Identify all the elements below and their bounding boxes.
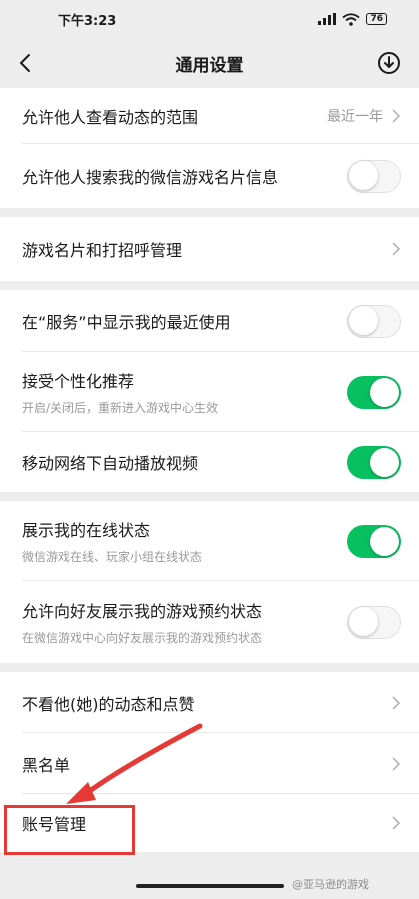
toggle-knob — [349, 607, 378, 636]
setting-search-card: 允许他人搜索我的微信游戏名片信息 — [0, 144, 419, 208]
nav-bar: 通用设置 — [0, 38, 419, 88]
chevron-right-icon — [392, 695, 401, 710]
setting-title: 允许他人搜索我的微信游戏名片信息 — [22, 168, 279, 187]
setting-title: 游戏名片和打招呼管理 — [22, 241, 183, 260]
setting-title: 账号管理 — [22, 815, 87, 834]
search-card-toggle[interactable] — [347, 159, 401, 193]
setting-value: 最近一年 — [327, 109, 383, 125]
setting-subtitle: 微信游戏在线、玩家小组在线状态 — [22, 550, 203, 564]
settings-list: 允许他人查看动态的范围 最近一年 允许他人搜索我的微信游戏名片信息 游戏名片和打… — [0, 88, 419, 852]
setting-title: 接受个性化推荐 — [22, 372, 135, 391]
setting-title: 允许向好友展示我的游戏预约状态 — [22, 602, 263, 621]
toggle-knob — [370, 526, 399, 556]
status-bar: 下午3:23 76 — [0, 0, 419, 38]
setting-title: 在“服务”中显示我的最近使用 — [22, 313, 231, 332]
wifi-icon — [342, 12, 361, 26]
online-status-toggle[interactable] — [347, 524, 401, 558]
back-arrow-icon[interactable] — [14, 51, 38, 75]
toggle-knob — [349, 161, 378, 190]
watermark: @亚马逊的游戏 — [292, 878, 369, 891]
autoplay-toggle[interactable] — [347, 445, 401, 479]
setting-personalized: 接受个性化推荐 开启/关闭后，重新进入游戏中心生效 — [0, 352, 419, 432]
home-indicator — [136, 884, 284, 888]
download-icon[interactable] — [377, 51, 401, 75]
signal-icon — [318, 13, 337, 25]
setting-title: 不看他(她)的动态和点赞 — [22, 694, 195, 714]
chevron-right-icon — [392, 242, 401, 256]
toggle-knob — [349, 306, 378, 335]
battery-icon: 76 — [366, 13, 387, 25]
personalized-toggle[interactable] — [347, 375, 401, 409]
recent-use-toggle[interactable] — [347, 304, 401, 338]
setting-reservation-status: 允许向好友展示我的游戏预约状态 在微信游戏中心向好友展示我的游戏预约状态 — [0, 581, 419, 663]
toggle-knob — [370, 377, 399, 407]
setting-subtitle: 开启/关闭后，重新进入游戏中心生效 — [22, 401, 219, 415]
setting-title: 黑名单 — [22, 755, 71, 775]
setting-subtitle: 在微信游戏中心向好友展示我的游戏预约状态 — [22, 631, 263, 645]
setting-title: 允许他人查看动态的范围 — [22, 108, 199, 127]
status-time: 下午3:23 — [58, 13, 117, 29]
setting-moments-range[interactable]: 允许他人查看动态的范围 最近一年 — [0, 88, 419, 144]
status-icons: 76 — [318, 12, 387, 26]
reservation-status-toggle[interactable] — [347, 605, 401, 639]
setting-online-status: 展示我的在线状态 微信游戏在线、玩家小组在线状态 — [0, 501, 419, 581]
chevron-right-icon — [392, 816, 401, 830]
setting-account[interactable]: 账号管理 — [0, 794, 419, 852]
setting-card-greeting[interactable]: 游戏名片和打招呼管理 — [0, 217, 419, 281]
chevron-right-icon — [392, 109, 401, 123]
setting-blacklist[interactable]: 黑名单 — [0, 733, 419, 794]
setting-recent-use: 在“服务”中显示我的最近使用 — [0, 290, 419, 352]
setting-hide-moments[interactable]: 不看他(她)的动态和点赞 — [0, 672, 419, 733]
setting-title: 移动网络下自动播放视频 — [22, 454, 199, 473]
setting-title: 展示我的在线状态 — [22, 521, 151, 540]
setting-autoplay: 移动网络下自动播放视频 — [0, 432, 419, 492]
toggle-knob — [370, 447, 399, 477]
page-title: 通用设置 — [175, 55, 244, 76]
chevron-right-icon — [392, 756, 401, 771]
